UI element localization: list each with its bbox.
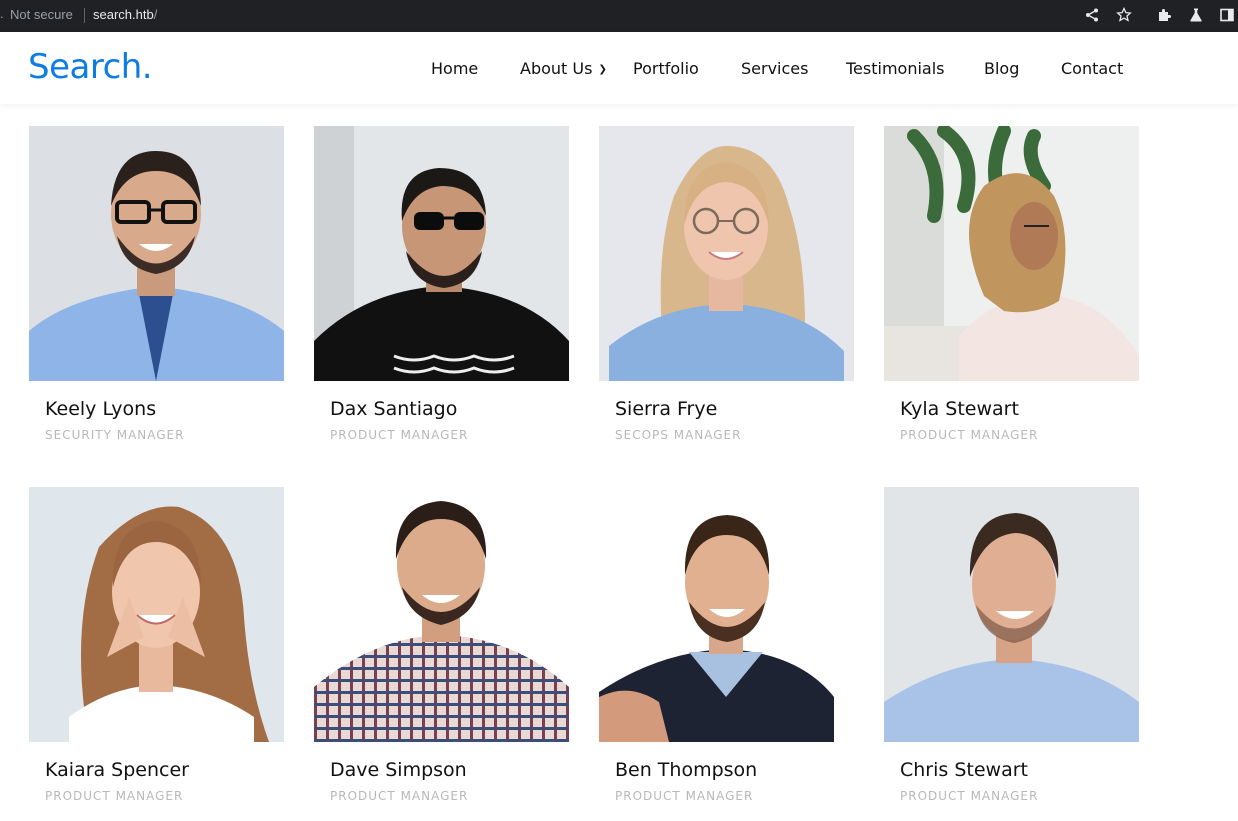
divider bbox=[84, 8, 85, 23]
team-member-photo bbox=[29, 126, 284, 381]
nav-services[interactable]: Services bbox=[741, 59, 808, 78]
nav-about-us-label: About Us bbox=[520, 59, 593, 78]
team-member-role: PRODUCT MANAGER bbox=[330, 428, 469, 442]
team-member-role: PRODUCT MANAGER bbox=[615, 789, 754, 803]
team-member-role: PRODUCT MANAGER bbox=[900, 789, 1039, 803]
team-member-photo bbox=[314, 487, 569, 742]
sidepanel-icon[interactable] bbox=[1218, 6, 1236, 24]
team-member-role: PRODUCT MANAGER bbox=[45, 789, 184, 803]
nav-home[interactable]: Home bbox=[431, 59, 478, 78]
browser-toolbar: . Not secure search.htb/ bbox=[0, 0, 1238, 32]
site-header: Search. Home About Us ❯ Portfolio Service… bbox=[0, 32, 1238, 104]
team-member-name: Dave Simpson bbox=[330, 759, 467, 781]
nav-testimonials[interactable]: Testimonials bbox=[846, 59, 945, 78]
share-icon[interactable] bbox=[1083, 6, 1101, 24]
nav-about-us[interactable]: About Us ❯ bbox=[520, 59, 607, 78]
chevron-down-icon: ❯ bbox=[598, 64, 607, 75]
team-member-role: PRODUCT MANAGER bbox=[900, 428, 1039, 442]
team-member-name: Sierra Frye bbox=[615, 398, 718, 420]
nav-portfolio[interactable]: Portfolio bbox=[633, 59, 699, 78]
team-member-role: SECOPS MANAGER bbox=[615, 428, 742, 442]
url-host: search.htb bbox=[93, 7, 154, 22]
nav-blog[interactable]: Blog bbox=[984, 59, 1019, 78]
team-member-photo bbox=[884, 126, 1139, 381]
security-indicator[interactable]: Not secure bbox=[10, 7, 73, 22]
address-bar[interactable]: search.htb/ bbox=[93, 7, 157, 22]
team-member-name: Chris Stewart bbox=[900, 759, 1028, 781]
url-path: / bbox=[153, 7, 158, 22]
team-member-name: Kyla Stewart bbox=[900, 398, 1019, 420]
team-member-name: Dax Santiago bbox=[330, 398, 458, 420]
team-member-name: Kaiara Spencer bbox=[45, 759, 189, 781]
team-member-role: SECURITY MANAGER bbox=[45, 428, 185, 442]
nav-contact[interactable]: Contact bbox=[1061, 59, 1123, 78]
team-member-photo bbox=[884, 487, 1139, 742]
team-member-photo bbox=[599, 487, 854, 742]
team-member-photo bbox=[29, 487, 284, 742]
tab-fragment: . bbox=[0, 6, 4, 21]
star-icon[interactable] bbox=[1115, 6, 1133, 24]
extensions-icon[interactable] bbox=[1155, 6, 1173, 24]
team-member-name: Ben Thompson bbox=[615, 759, 758, 781]
team-member-photo bbox=[314, 126, 569, 381]
team-member-name: Keely Lyons bbox=[45, 398, 157, 420]
team-member-role: PRODUCT MANAGER bbox=[330, 789, 469, 803]
team-member-photo bbox=[599, 126, 854, 381]
site-logo[interactable]: Search. bbox=[28, 47, 153, 87]
lab-icon[interactable] bbox=[1187, 6, 1205, 24]
